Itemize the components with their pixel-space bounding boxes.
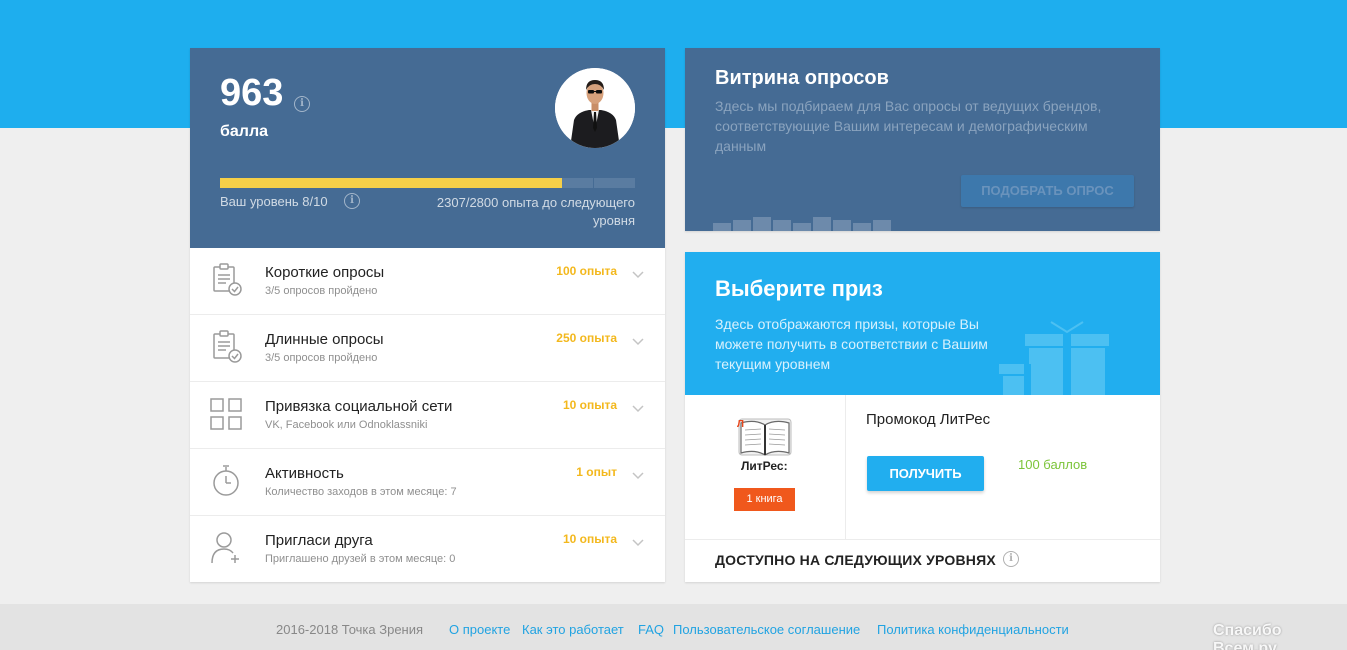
survey-showcase-card: Витрина опросов Здесь мы подбираем для В… xyxy=(685,48,1160,231)
task-item-short-surveys[interactable]: Короткие опросы 3/5 опросов пройдено 100… xyxy=(190,248,665,315)
task-title: Активность xyxy=(265,465,344,482)
showcase-description: Здесь мы подбираем для Вас опросы от вед… xyxy=(715,98,1102,154)
profile-header: 963 i балла Ваш уровень 8/10 i 2307/2800… xyxy=(190,48,665,248)
showcase-title: Витрина опросов xyxy=(715,67,889,89)
chevron-down-icon[interactable] xyxy=(632,333,644,351)
task-subtitle: Приглашено друзей в этом месяце: 0 xyxy=(265,553,456,565)
task-list: Короткие опросы 3/5 опросов пройдено 100… xyxy=(190,248,665,583)
level-progress-fill xyxy=(220,178,562,188)
chevron-down-icon[interactable] xyxy=(632,467,644,485)
task-experience: 10 опыта xyxy=(562,398,617,412)
task-item-long-surveys[interactable]: Длинные опросы 3/5 опросов пройдено 250 … xyxy=(190,315,665,382)
chevron-down-icon[interactable] xyxy=(632,266,644,284)
task-title: Короткие опросы xyxy=(265,264,385,281)
progress-divider xyxy=(593,178,594,188)
avatar[interactable] xyxy=(555,68,635,148)
footer-link-about[interactable]: О проекте xyxy=(449,622,510,637)
svg-text:Л: Л xyxy=(737,419,744,430)
grid-icon xyxy=(210,396,244,432)
prize-card: Выберите приз Здесь отображаются призы, … xyxy=(685,252,1160,582)
experience-to-next-level: 2307/2800 опыта до следующего уровня xyxy=(436,195,635,228)
get-prize-button[interactable]: ПОЛУЧИТЬ xyxy=(867,456,984,491)
chevron-down-icon[interactable] xyxy=(632,534,644,552)
prize-description: Здесь отображаются призы, которые Вы мож… xyxy=(715,316,988,372)
clipboard-check-icon xyxy=(210,262,244,298)
footer-link-user-agreement[interactable]: Пользовательское соглашение xyxy=(673,622,860,637)
task-title: Привязка социальной сети xyxy=(265,398,453,415)
footer-link-privacy-policy[interactable]: Политика конфиденциальности xyxy=(877,622,1069,637)
task-experience: 100 опыта xyxy=(556,264,617,278)
prize-cost: 100 баллов xyxy=(1018,457,1088,472)
available-levels-label[interactable]: ДОСТУПНО НА СЛЕДУЮЩИХ УРОВНЯХ xyxy=(715,552,996,568)
profile-card: 963 i балла Ваш уровень 8/10 i 2307/2800… xyxy=(190,48,665,582)
watermark: Спасибо Всем.ру xyxy=(1213,622,1282,650)
prize-image: Л ЛитРес: 1 книга xyxy=(685,395,846,540)
footer-link-how-it-works[interactable]: Как это работает xyxy=(522,622,624,637)
book-count-badge: 1 книга xyxy=(734,488,795,511)
task-item-activity[interactable]: Активность Количество заходов в этом мес… xyxy=(190,449,665,516)
level-progress-bar xyxy=(220,178,635,188)
gift-icon xyxy=(999,321,1109,395)
bars-decoration-icon xyxy=(713,217,891,231)
task-experience: 1 опыт xyxy=(576,465,617,479)
task-subtitle: VK, Facebook или Odnoklassniki xyxy=(265,419,428,431)
info-icon[interactable]: i xyxy=(1003,551,1019,567)
prize-header: Выберите приз Здесь отображаются призы, … xyxy=(685,252,1160,395)
level-text: Ваш уровень 8/10 xyxy=(220,194,328,209)
info-icon[interactable]: i xyxy=(344,193,360,209)
add-user-icon xyxy=(210,530,244,566)
task-experience: 250 опыта xyxy=(556,331,617,345)
book-logo-icon: Л xyxy=(737,418,792,456)
clipboard-check-icon xyxy=(210,329,244,365)
info-icon[interactable]: i xyxy=(294,96,310,112)
copyright: 2016-2018 Точка Зрения xyxy=(276,622,424,637)
task-item-invite-friend[interactable]: Пригласи друга Приглашено друзей в этом … xyxy=(190,516,665,583)
task-item-social-link[interactable]: Привязка социальной сети VK, Facebook ил… xyxy=(190,382,665,449)
prize-item: Л ЛитРес: 1 книга Промокод ЛитРес ПОЛУЧИ… xyxy=(685,395,1160,540)
litres-logo-text: ЛитРес: xyxy=(741,459,788,473)
stopwatch-icon xyxy=(210,463,244,499)
points-value: 963 xyxy=(220,72,284,114)
task-experience: 10 опыта xyxy=(562,532,617,546)
prize-title: Выберите приз xyxy=(715,276,883,301)
footer: 2016-2018 Точка Зрения О проекте Как это… xyxy=(0,604,1347,650)
pick-survey-button[interactable]: ПОДОБРАТЬ ОПРОС xyxy=(961,175,1134,207)
footer-link-faq[interactable]: FAQ xyxy=(638,622,664,637)
points-label: балла xyxy=(220,123,269,140)
chevron-down-icon[interactable] xyxy=(632,400,644,418)
task-title: Длинные опросы xyxy=(265,331,384,348)
task-subtitle: Количество заходов в этом месяце: 7 xyxy=(265,486,457,498)
prize-name: Промокод ЛитРес xyxy=(866,411,991,428)
task-subtitle: 3/5 опросов пройдено xyxy=(265,285,378,297)
task-title: Пригласи друга xyxy=(265,532,373,549)
task-subtitle: 3/5 опросов пройдено xyxy=(265,352,378,364)
